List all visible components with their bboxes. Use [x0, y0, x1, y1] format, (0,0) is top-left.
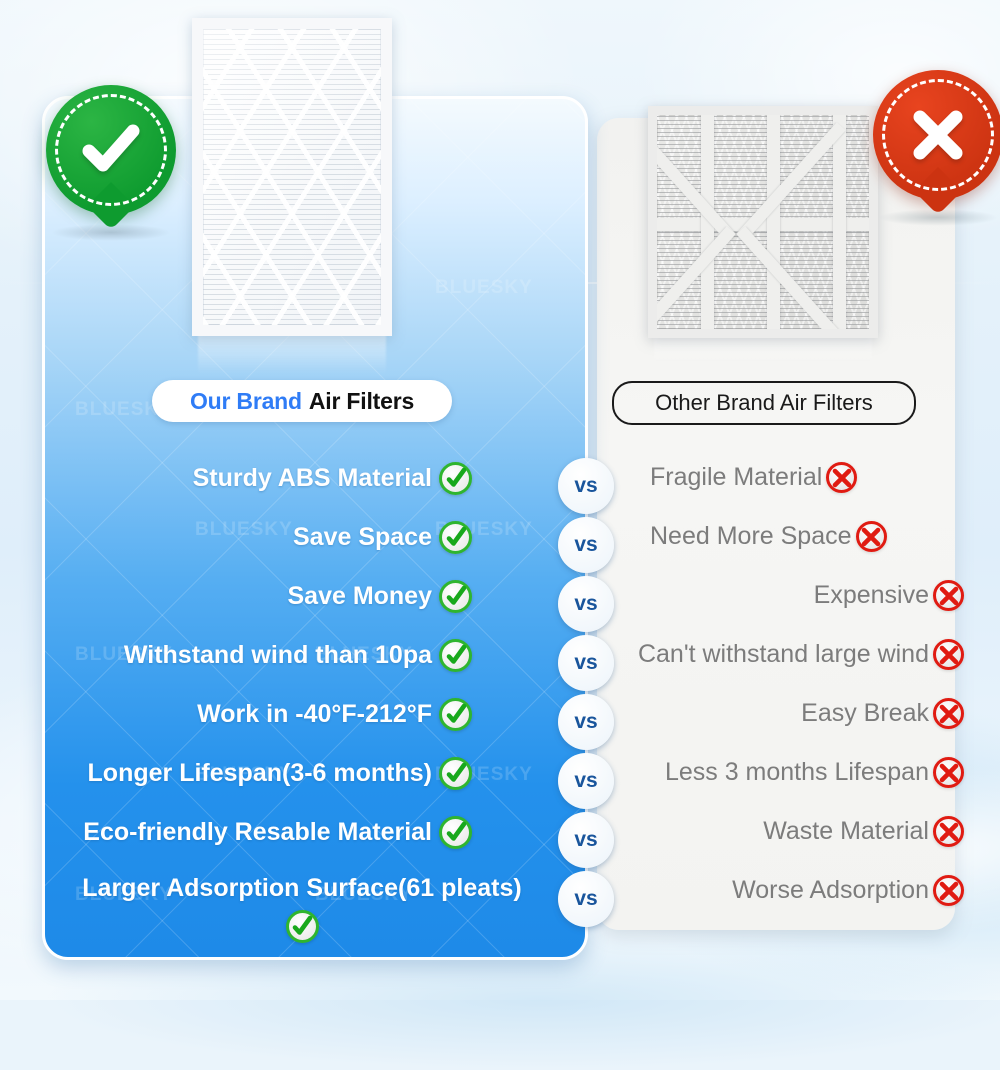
our-brand-header-pill: Our Brand Air Filters — [152, 380, 452, 422]
vs-badge: vs — [558, 694, 614, 750]
our-brand-feature-label: Larger Adsorption Surface(61 pleats) — [82, 874, 522, 902]
vs-badge: vs — [558, 635, 614, 691]
comparison-row: Sturdy ABS Material vs Fragile Material — [0, 458, 1000, 521]
other-brand-filter-reflection — [654, 334, 872, 364]
comparison-row: Withstand wind than 10pa vs Can't withstan… — [0, 635, 1000, 698]
comparison-row: Work in -40°F-212°F vs Easy Break — [0, 694, 1000, 757]
our-brand-feature-label: Eco-friendly Resable Material — [83, 818, 432, 846]
check-icon — [439, 757, 472, 790]
comparison-row: Save Space vs Need More Space — [0, 517, 1000, 580]
our-brand-feature-label: Withstand wind than 10pa — [123, 641, 432, 669]
check-icon — [439, 521, 472, 554]
check-icon — [439, 580, 472, 613]
vs-badge: vs — [558, 517, 614, 573]
our-brand-feature-label: Work in -40°F-212°F — [197, 700, 432, 728]
glare-overlay — [203, 29, 381, 325]
comparison-row: Eco-friendly Resable Material vs Waste Mat… — [0, 812, 1000, 875]
cross-icon — [933, 875, 964, 906]
our-brand-feature: Larger Adsorption Surface(61 pleats) — [52, 874, 552, 944]
other-brand-feature-label: Worse Adsorption — [732, 876, 929, 904]
vs-badge: vs — [558, 458, 614, 514]
our-brand-feature: Save Space — [293, 521, 472, 554]
other-brand-feature: Expensive — [814, 580, 964, 611]
cross-icon — [933, 580, 964, 611]
cross-icon — [933, 757, 964, 788]
other-brand-feature-label: Need More Space — [650, 522, 852, 550]
check-icon — [439, 816, 472, 849]
other-brand-feature-label: Expensive — [813, 581, 929, 609]
vs-badge: vs — [558, 812, 614, 868]
cross-icon — [855, 521, 887, 552]
our-brand-label: Our Brand — [189, 387, 302, 414]
other-brand-feature: Waste Material — [763, 816, 964, 847]
cross-icon — [933, 816, 964, 847]
vs-badge: vs — [558, 753, 614, 809]
check-icon — [439, 462, 472, 495]
comparison-rows: Sturdy ABS Material vs Fragile Material Sav… — [0, 458, 1000, 953]
our-brand-feature: Sturdy ABS Material — [193, 462, 472, 495]
other-brand-feature-label: Can't withstand large wind — [637, 640, 929, 668]
other-brand-feature-label: Less 3 months Lifespan — [664, 758, 929, 786]
cross-icon — [933, 698, 964, 729]
our-brand-filter-image — [192, 18, 392, 336]
our-brand-feature: Save Money — [287, 580, 472, 613]
our-brand-feature: Longer Lifespan(3-6 months) — [88, 757, 472, 790]
vs-badge: vs — [558, 871, 614, 927]
check-icon — [439, 639, 472, 672]
rejected-pin-badge — [873, 70, 1000, 216]
other-brand-feature-label: Fragile Material — [650, 463, 823, 491]
other-brand-label: Other Brand Air Filters — [655, 390, 873, 415]
our-brand-filter-reflection — [198, 332, 386, 374]
support-bar — [767, 115, 780, 329]
other-brand-feature-label: Easy Break — [801, 699, 929, 727]
approved-pin-badge — [46, 85, 176, 231]
our-brand-feature-label: Save Money — [287, 582, 432, 610]
comparison-row: Longer Lifespan(3-6 months) vs Less 3 mont… — [0, 753, 1000, 816]
other-brand-feature: Worse Adsorption — [732, 875, 964, 906]
cross-icon — [873, 70, 1000, 200]
check-icon — [285, 910, 319, 944]
other-brand-feature: Less 3 months Lifespan — [665, 757, 964, 788]
cross-icon — [933, 639, 964, 670]
comparison-row: Save Money vs Expensive — [0, 576, 1000, 639]
cross-icon — [826, 462, 858, 493]
our-brand-suffix-label: Air Filters — [308, 387, 415, 414]
check-icon — [46, 85, 176, 215]
support-bar — [833, 115, 846, 329]
other-brand-filter-image — [648, 106, 878, 338]
our-brand-feature-label: Sturdy ABS Material — [192, 464, 432, 492]
other-brand-feature: Fragile Material — [650, 462, 858, 493]
other-brand-feature: Can't withstand large wind — [638, 639, 964, 670]
other-brand-feature: Need More Space — [650, 521, 887, 552]
other-brand-feature: Easy Break — [801, 698, 964, 729]
our-brand-feature: Work in -40°F-212°F — [197, 698, 472, 731]
our-brand-feature-label: Save Space — [293, 523, 432, 551]
vs-badge: vs — [558, 576, 614, 632]
our-brand-feature: Eco-friendly Resable Material — [83, 816, 472, 849]
watermark: BLUESKY — [435, 277, 533, 298]
comparison-row: Larger Adsorption Surface(61 pleats) vs Wo… — [0, 871, 1000, 953]
our-brand-feature-label: Longer Lifespan(3-6 months) — [87, 759, 432, 787]
other-brand-header-pill: Other Brand Air Filters — [612, 381, 916, 425]
check-icon — [439, 698, 472, 731]
our-brand-feature: Withstand wind than 10pa — [124, 639, 472, 672]
other-brand-feature-label: Waste Material — [763, 817, 929, 845]
